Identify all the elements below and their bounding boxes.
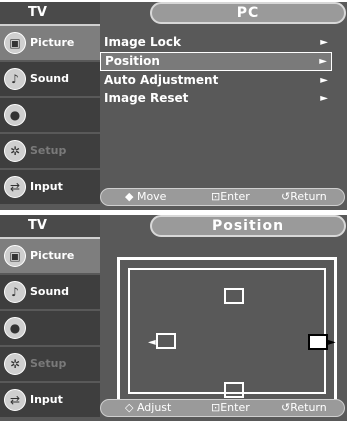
input-icon: ⇄ [4,389,26,411]
footer-help-bar: ◇ Adjust ⊡Enter ↺Return [100,399,345,417]
menu-item-label: Position [105,54,160,68]
sound-icon: ♪ [4,281,26,303]
picture-icon: ▣ [4,32,26,54]
footer-adjust-hint: ◇ Adjust [125,401,172,414]
chevron-right-icon: ► [320,93,328,104]
sidebar-item-setup[interactable]: ✲ Setup [0,347,100,381]
screen-frame [128,268,326,394]
menu-item-image-lock[interactable]: Image Lock ► [100,34,332,51]
move-down-icon[interactable] [224,382,244,398]
tv-tab[interactable]: TV [0,215,100,239]
pc-menu-panel: TV PC ▣ Picture ♪ Sound ● ✲ Setup ⇄ Inpu… [0,2,347,210]
arrow-right-icon: ► [328,337,336,348]
sidebar-item-sound[interactable]: ♪ Sound [0,62,100,96]
input-icon: ⇄ [4,176,26,198]
sidebar-item-label: Setup [30,357,67,370]
pc-title-bar: PC [150,2,346,24]
sidebar-item-label: Input [30,180,63,193]
position-title: Position [211,218,285,234]
sidebar-item-label: Picture [30,36,75,49]
channel-icon: ● [4,317,26,339]
tv-tab-label: TV [28,218,47,233]
menu-item-label: Auto Adjustment [104,73,219,87]
channel-icon: ● [4,104,26,126]
footer-help-bar: ◆ Move ⊡Enter ↺Return [100,188,345,206]
sidebar: ▣ Picture ♪ Sound ● ✲ Setup ⇄ Input [0,26,100,206]
position-title-bar: Position [150,215,346,237]
position-panel: TV Position ▣ Picture ♪ Sound ● ✲ Setup … [0,215,347,421]
menu-item-label: Image Reset [104,91,189,105]
footer-move-hint: ◆ Move [125,190,167,203]
sidebar-item-label: Sound [30,72,70,85]
chevron-right-icon: ► [320,37,328,48]
sidebar: ▣ Picture ♪ Sound ● ✲ Setup ⇄ Input [0,239,100,419]
sidebar-item-picture[interactable]: ▣ Picture [0,239,100,273]
move-right-icon[interactable] [308,334,328,350]
sidebar-item-input[interactable]: ⇄ Input [0,170,100,204]
pc-menu: Image Lock ► Position ► Auto Adjustment … [100,34,332,108]
tv-tab[interactable]: TV [0,2,100,26]
tv-tab-label: TV [28,5,47,20]
pc-title: PC [236,5,260,21]
menu-item-image-reset[interactable]: Image Reset ► [100,90,332,107]
sidebar-item-label: Input [30,393,63,406]
sound-icon: ♪ [4,68,26,90]
sidebar-item-setup[interactable]: ✲ Setup [0,134,100,168]
move-up-icon[interactable] [224,288,244,304]
sidebar-item-picture[interactable]: ▣ Picture [0,26,100,60]
menu-item-auto-adjustment[interactable]: Auto Adjustment ► [100,72,332,89]
sidebar-item-channel[interactable]: ● [0,311,100,345]
menu-item-label: Image Lock [104,35,181,49]
position-adjust-area[interactable]: ◄ ► ▼ [117,257,337,416]
chevron-right-icon: ► [320,75,328,86]
sidebar-item-channel[interactable]: ● [0,98,100,132]
footer-enter-hint: ⊡Enter [211,190,250,203]
chevron-right-icon: ► [319,56,327,67]
picture-icon: ▣ [4,245,26,267]
sidebar-item-input[interactable]: ⇄ Input [0,383,100,417]
sidebar-item-sound[interactable]: ♪ Sound [0,275,100,309]
arrow-left-icon: ◄ [148,337,156,348]
footer-enter-hint: ⊡Enter [211,401,250,414]
footer-return-hint: ↺Return [281,401,327,414]
sidebar-item-label: Setup [30,144,67,157]
sidebar-item-label: Sound [30,285,70,298]
move-left-icon[interactable] [156,333,176,349]
footer-return-hint: ↺Return [281,190,327,203]
setup-icon: ✲ [4,353,26,375]
sidebar-item-label: Picture [30,249,75,262]
setup-icon: ✲ [4,140,26,162]
menu-item-position[interactable]: Position ► [100,52,332,71]
